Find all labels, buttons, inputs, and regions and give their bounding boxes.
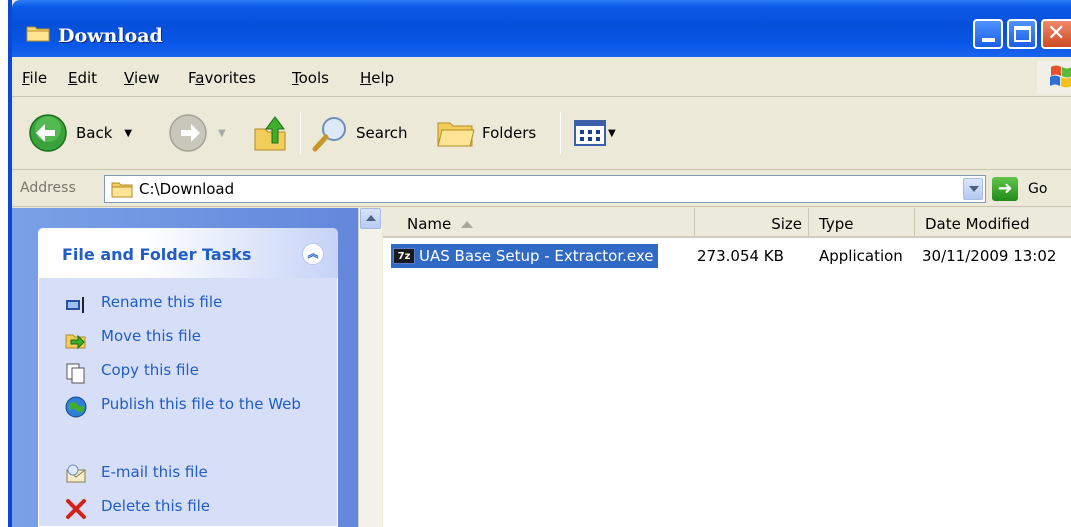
address-label: Address: [20, 180, 76, 196]
go-button[interactable]: ➜ Go: [992, 175, 1071, 203]
windows-flag-icon: [1050, 65, 1071, 88]
task-panel-header[interactable]: File and Folder Tasks ︽: [38, 228, 338, 278]
back-arrow-icon: [29, 114, 67, 152]
views-dropdown-icon: ▼: [608, 127, 616, 139]
column-date-label: Date Modified: [925, 215, 1030, 233]
copy-icon: [66, 363, 85, 384]
search-icon: [312, 117, 346, 152]
search-button[interactable]: Search: [310, 111, 408, 155]
menu-favorites[interactable]: Favorites: [188, 69, 256, 87]
forward-button[interactable]: ▼: [168, 111, 226, 155]
folder-icon: [26, 26, 50, 42]
close-button[interactable]: ✕: [1041, 19, 1071, 49]
maximize-button[interactable]: [1007, 19, 1037, 49]
toolbar-separator: [560, 112, 561, 154]
folders-icon: [437, 122, 475, 147]
menu-view[interactable]: View: [124, 69, 160, 87]
file-size: 273.054 KB: [697, 247, 784, 265]
email-icon: [66, 464, 86, 483]
forward-arrow-icon: [169, 114, 207, 152]
task-pane: File and Folder Tasks ︽ Rename this file: [12, 208, 358, 527]
minimize-button[interactable]: [973, 19, 1003, 49]
back-button[interactable]: Back ▼: [28, 111, 132, 155]
folders-button[interactable]: Folders: [436, 111, 536, 155]
windows-logo: [1037, 61, 1071, 94]
7z-archive-icon: 7z: [393, 248, 415, 264]
minimize-icon: [982, 38, 995, 42]
search-label: Search: [356, 124, 408, 142]
column-header-name[interactable]: Name: [383, 208, 695, 238]
address-dropdown-button[interactable]: [963, 178, 983, 200]
forward-dropdown-icon: ▼: [218, 127, 226, 139]
file-list: Name Size Type Date Modified 7z UAS Base…: [383, 208, 1071, 527]
toolbar: Back ▼ ▼ Search Folders ▼: [12, 98, 1071, 170]
sort-ascending-icon: [461, 221, 474, 228]
up-folder-button[interactable]: [252, 111, 288, 155]
folder-icon: [111, 182, 133, 198]
move-icon: [65, 334, 86, 350]
close-icon: ✕: [1047, 21, 1066, 46]
collapse-chevron-icon[interactable]: ︽: [302, 243, 324, 265]
file-type: Application: [819, 247, 903, 265]
column-header-date-modified[interactable]: Date Modified: [915, 208, 1071, 238]
address-value: C:\Download: [139, 180, 235, 198]
file-date-modified: 30/11/2009 13:02: [922, 247, 1057, 265]
rename-icon: [66, 297, 84, 313]
up-folder-icon: [254, 116, 286, 151]
delete-icon: [66, 499, 86, 519]
maximize-icon: [1014, 26, 1031, 42]
menu-help[interactable]: Help: [360, 69, 394, 87]
file-name: UAS Base Setup - Extractor.exe: [419, 247, 654, 265]
column-header-type[interactable]: Type: [809, 208, 915, 238]
back-dropdown-icon[interactable]: ▼: [124, 128, 132, 139]
menu-tools[interactable]: Tools: [292, 69, 329, 87]
views-icon: [574, 120, 606, 146]
folders-label: Folders: [482, 124, 537, 142]
menu-bar: File Edit View Favorites Tools Help: [12, 57, 1071, 97]
go-arrow-icon: ➜: [992, 177, 1018, 201]
publish-web-icon: [65, 396, 87, 418]
toolbar-separator: [300, 112, 301, 154]
file-name-cell[interactable]: 7z UAS Base Setup - Extractor.exe: [391, 244, 658, 268]
column-size-label: Size: [771, 215, 802, 233]
menu-file[interactable]: File: [22, 69, 47, 87]
task-list: Rename this file Move this file Copy thi…: [38, 278, 338, 527]
task-panel-title: File and Folder Tasks: [62, 245, 252, 264]
task-pane-scrollbar[interactable]: [358, 208, 382, 527]
address-bar: Address C:\Download ➜ Go: [12, 171, 1071, 207]
scroll-up-button[interactable]: [360, 208, 381, 229]
explorer-window: Download ✕ File Edit View Favorites Tool…: [8, 0, 1071, 527]
file-folder-tasks-panel: File and Folder Tasks ︽ Rename this file: [38, 228, 338, 527]
address-input[interactable]: C:\Download: [104, 175, 986, 203]
title-bar[interactable]: Download ✕: [12, 0, 1071, 57]
column-name-label: Name: [407, 208, 474, 240]
menu-edit[interactable]: Edit: [68, 69, 97, 87]
go-label: Go: [1028, 181, 1048, 197]
views-button[interactable]: ▼: [574, 111, 616, 155]
column-type-label: Type: [819, 215, 854, 233]
window-title: Download: [58, 25, 163, 47]
column-header-size[interactable]: Size: [695, 208, 809, 238]
file-row[interactable]: 7z UAS Base Setup - Extractor.exe 273.05…: [391, 244, 1071, 268]
back-label: Back: [76, 124, 113, 142]
